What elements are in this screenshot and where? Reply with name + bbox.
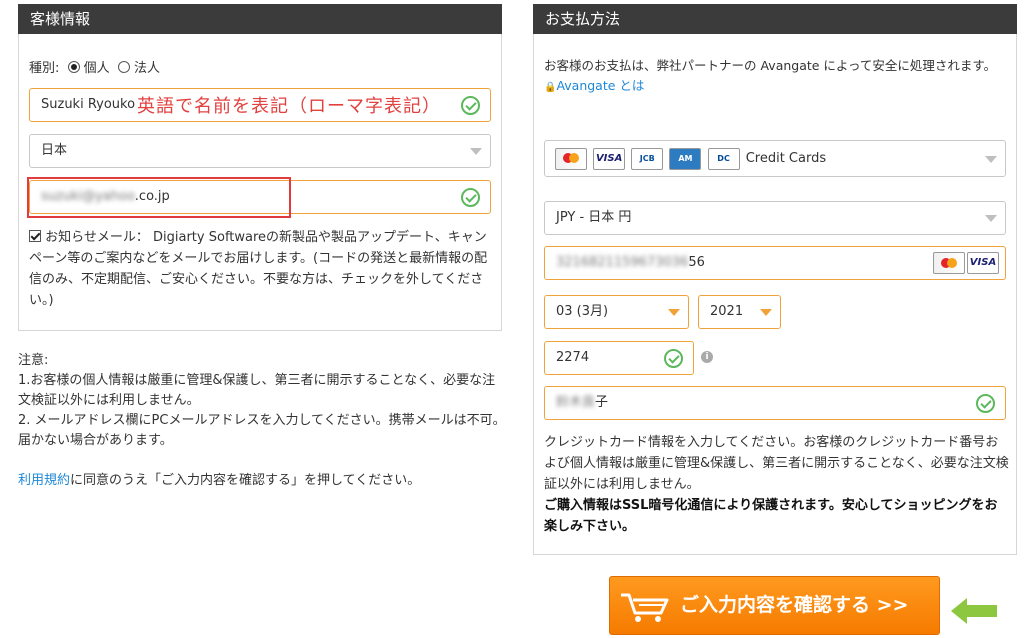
- radio-corporate[interactable]: 法人: [117, 61, 160, 76]
- notes-section: 注意: 1.お客様の個人情報は厳重に管理&保護し、第三者に開示することなく、必要…: [18, 351, 508, 491]
- notes-title: 注意:: [18, 353, 49, 368]
- email-highlight-box: [27, 177, 291, 218]
- terms-text: に同意のうえ「ご入力内容を確認する」を押してください。: [70, 473, 421, 488]
- country-select[interactable]: 日本: [29, 134, 491, 168]
- expiry-year-value: 2021: [710, 304, 744, 319]
- amex-icon: AM: [669, 147, 702, 170]
- expiry-month-value: 03 (3月): [556, 304, 609, 319]
- cvv-field[interactable]: 2274: [544, 341, 694, 375]
- card-holder-blurred: 鈴木良: [556, 395, 596, 410]
- cart-icon: [621, 593, 669, 622]
- currency-value: JPY - 日本 円: [556, 210, 632, 225]
- terms-link[interactable]: 利用規約: [18, 473, 70, 488]
- customer-info-panel: 客様情報 種別: 個人 法人 Suzuki Ryouko 日本 suzuki@y…: [18, 4, 502, 331]
- card-number-visible: 56: [688, 255, 705, 270]
- radio-individual-icon[interactable]: [67, 61, 80, 73]
- newsletter-option: お知らせメール： Digiarty Softwareの新製品や製品アップデート、…: [29, 227, 495, 311]
- name-annotation: 英語で名前を表記（ローマ字表記）: [137, 96, 441, 117]
- visa-icon: VISA: [593, 147, 626, 170]
- notes-line2: 2. メールアドレス欄にPCメールアドレスを入力してください。携帯メールは不可。…: [18, 413, 506, 448]
- confirm-button[interactable]: ご入力内容を確認する >>: [609, 576, 940, 635]
- payment-method-label: Credit Cards: [745, 151, 827, 166]
- ssl-text: ご購入情報はSSL暗号化通信により保護されます。安心してショッピングをお楽しみ下…: [544, 498, 998, 534]
- newsletter-checkbox[interactable]: [29, 230, 41, 242]
- card-info-text-block: クレジットカード情報を入力してください。お客様のクレジットカード番号および個人情…: [544, 432, 1010, 537]
- email-valid-check-icon: [461, 188, 480, 207]
- chevron-down-icon: [760, 309, 772, 316]
- info-icon[interactable]: i: [701, 351, 713, 363]
- visa-icon: VISA: [967, 252, 999, 274]
- avangate-link[interactable]: Avangate とは: [556, 78, 644, 93]
- mastercard-icon: [933, 252, 965, 274]
- cvv-value: 2274: [556, 350, 590, 365]
- chevron-down-icon: [985, 215, 997, 222]
- card-holder-visible: 子: [595, 395, 609, 410]
- payment-panel: お支払方法 お客様のお支払は、弊社パートナーの Avangate によって安全に…: [533, 4, 1017, 555]
- radio-corporate-icon[interactable]: [117, 61, 130, 73]
- card-number-field[interactable]: 321682115967303656 VISA: [544, 246, 1006, 280]
- confirm-button-label: ご入力内容を確認する >>: [680, 594, 909, 616]
- customer-type-label: 種別:: [29, 61, 60, 76]
- payment-header: お支払方法: [533, 4, 1017, 34]
- card-holder-field[interactable]: 鈴木良子: [544, 386, 1006, 420]
- notes-line1: 1.お客様の個人情報は厳重に管理&保護し、第三者に開示することなく、必要な注文検…: [18, 373, 496, 408]
- expiry-month-select[interactable]: 03 (3月): [544, 295, 689, 329]
- lock-icon: 🔒: [544, 82, 557, 93]
- terms-row: 利用規約に同意のうえ「ご入力内容を確認する」を押してください。: [18, 471, 508, 491]
- cvv-valid-check-icon: [664, 349, 683, 368]
- newsletter-text: お知らせメール： Digiarty Softwareの新製品や製品アップデート、…: [29, 230, 488, 308]
- card-holder-valid-check-icon: [976, 394, 995, 413]
- card-brand-icons: VISA: [933, 252, 1001, 274]
- customer-type-row: 種別: 個人 法人: [29, 57, 160, 76]
- payment-method-select[interactable]: VISA JCB AM DC Credit Cards: [544, 140, 1006, 177]
- jcb-icon: JCB: [631, 147, 664, 170]
- diners-icon: DC: [707, 147, 740, 170]
- payment-intro-text: お客様のお支払は、弊社パートナーの Avangate によって安全に処理されます…: [544, 58, 997, 73]
- radio-individual[interactable]: 個人: [67, 61, 110, 76]
- currency-select[interactable]: JPY - 日本 円: [544, 201, 1006, 235]
- customer-info-header: 客様情報: [18, 4, 502, 34]
- mastercard-icon: [555, 147, 587, 170]
- card-info-text: クレジットカード情報を入力してください。お客様のクレジットカード番号および個人情…: [544, 435, 1009, 492]
- chevron-down-icon: [470, 148, 482, 155]
- chevron-down-icon: [985, 156, 997, 163]
- name-valid-check-icon: [461, 96, 480, 115]
- country-value: 日本: [41, 143, 68, 158]
- payment-intro: お客様のお支払は、弊社パートナーの Avangate によって安全に処理されます…: [544, 56, 1006, 98]
- chevron-down-icon: [668, 309, 680, 316]
- expiry-year-select[interactable]: 2021: [698, 295, 781, 329]
- arrow-left-icon: [951, 598, 997, 624]
- name-value: Suzuki Ryouko: [41, 97, 136, 112]
- card-number-blurred: 3216821159673036: [556, 255, 689, 270]
